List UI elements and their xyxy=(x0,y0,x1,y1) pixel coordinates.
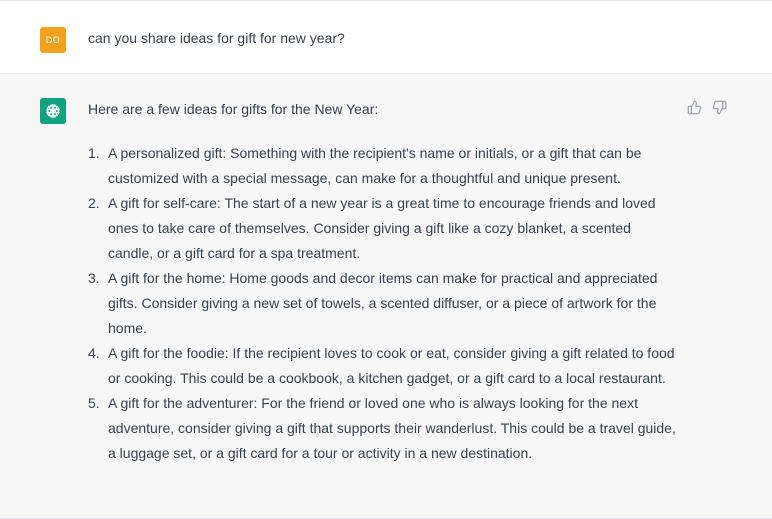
list-item: 4. A gift for the foodie: If the recipie… xyxy=(88,341,678,391)
user-avatar: DO xyxy=(40,27,66,53)
user-message-row: DO can you share ideas for gift for new … xyxy=(0,0,772,74)
list-item-number: 3. xyxy=(88,270,100,286)
list-item: 3. A gift for the home: Home goods and d… xyxy=(88,266,678,341)
list-item: 2. A gift for self-care: The start of a … xyxy=(88,191,678,266)
user-message-text: can you share ideas for gift for new yea… xyxy=(88,30,345,46)
list-item-number: 1. xyxy=(88,145,100,161)
list-item-number: 2. xyxy=(88,195,100,211)
list-item-number: 5. xyxy=(88,395,100,411)
list-item-text: A gift for the adventurer: For the frien… xyxy=(108,395,676,461)
list-item: 5. A gift for the adventurer: For the fr… xyxy=(88,391,678,466)
list-item-number: 4. xyxy=(88,345,100,361)
assistant-message-row: Here are a few ideas for gifts for the N… xyxy=(0,74,772,519)
list-item-text: A gift for the home: Home goods and deco… xyxy=(108,270,658,336)
list-item-text: A gift for the foodie: If the recipient … xyxy=(108,345,675,386)
thumbs-up-icon[interactable] xyxy=(685,98,703,116)
assistant-intro-text: Here are a few ideas for gifts for the N… xyxy=(88,101,379,117)
list-item-text: A personalized gift: Something with the … xyxy=(108,145,642,186)
list-item: 1. A personalized gift: Something with t… xyxy=(88,141,678,191)
list-item-text: A gift for self-care: The start of a new… xyxy=(108,195,656,261)
gift-ideas-list: 1. A personalized gift: Something with t… xyxy=(88,141,678,466)
openai-logo-icon xyxy=(40,98,66,124)
thumbs-down-icon[interactable] xyxy=(710,98,728,116)
